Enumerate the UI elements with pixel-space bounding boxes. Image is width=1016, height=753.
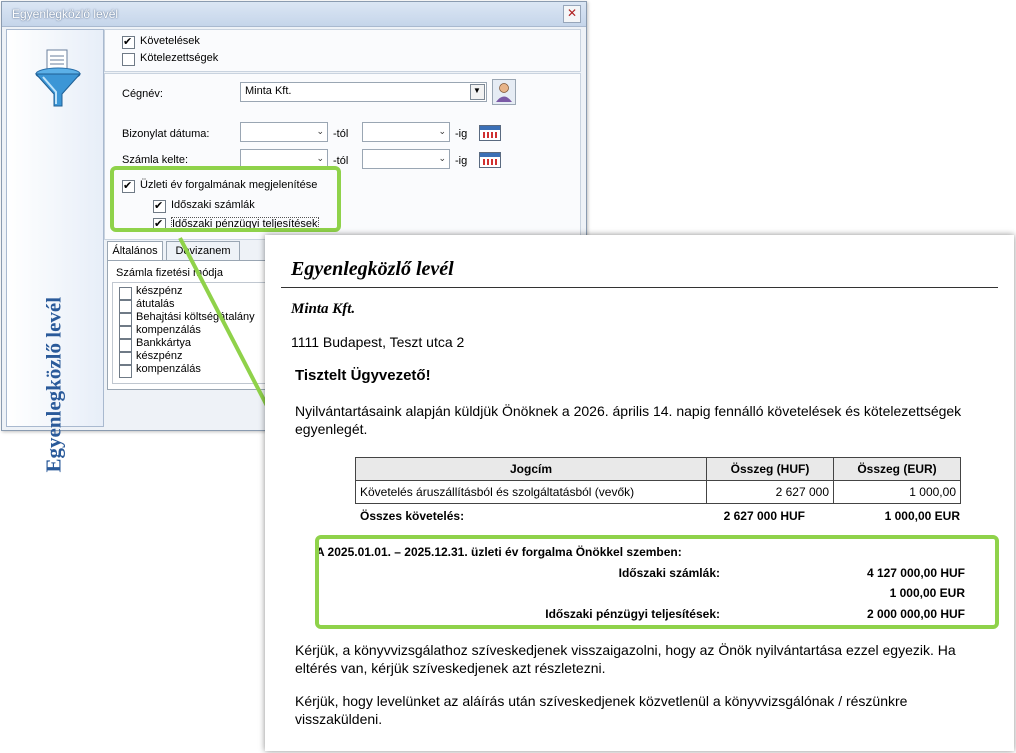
table-row: Követelés áruszállításból és szolgáltatá… [355,480,961,504]
balance-table: Jogcím Összeg (HUF) Összeg (EUR) Követel… [355,457,961,504]
turnover-highlight [315,535,999,629]
greeting: Tisztelt Ügyvezető! [295,367,431,384]
company-name: Minta Kft. [291,301,356,317]
total-huf: 2 627 000 HUF [723,509,805,523]
intro-paragraph: Nyilvántartásaink alapján küldjük Önökne… [295,403,962,437]
return-paragraph: Kérjük, hogy levelünket az aláírás után … [295,693,908,727]
row-huf: 2 627 000 [706,480,834,504]
confirm-paragraph: Kérjük, a könyvvizsgálathoz szíveskedjen… [295,642,956,676]
row-jogcim: Követelés áruszállításból és szolgáltatá… [355,480,707,504]
header-huf: Összeg (HUF) [706,457,834,481]
header-jogcim: Jogcím [355,457,707,481]
letter-title: Egyenlegközlő levél [291,258,454,280]
row-eur: 1 000,00 [833,480,961,504]
title-divider [281,287,998,288]
total-eur: 1 000,00 EUR [884,509,960,523]
company-address: 1111 Budapest, Teszt utca 2 [291,334,465,350]
letter-preview: Egyenlegközlő levél Minta Kft. 1111 Buda… [265,235,1014,751]
header-eur: Összeg (EUR) [833,457,961,481]
total-label: Összes követelés: [360,509,465,523]
